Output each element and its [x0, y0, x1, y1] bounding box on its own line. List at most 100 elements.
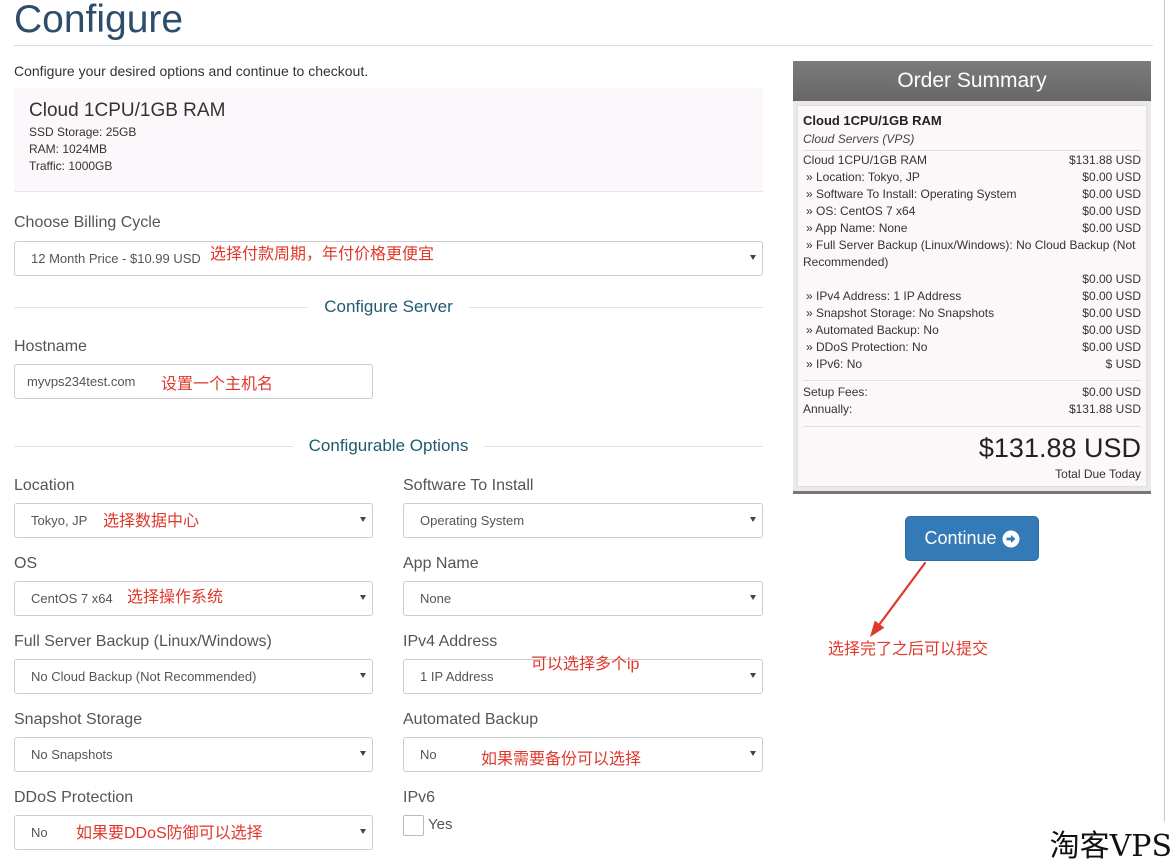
section-heading-text: Configurable Options: [308, 436, 469, 455]
continue-button[interactable]: Continue: [905, 516, 1039, 561]
caret-down-icon: [750, 751, 756, 756]
recurring-value: $131.88 USD: [1068, 402, 1141, 416]
server-backup-select[interactable]: No Cloud Backup (Not Recommended): [14, 659, 373, 694]
summary-item-price: $131.88 USD: [1068, 153, 1141, 167]
annotation-ipv4: 可以选择多个ip: [531, 656, 640, 673]
caret-down-icon: [360, 751, 366, 756]
arrow-circle-right-icon: [1002, 530, 1020, 547]
billing-cycle-value: 12 Month Price - $10.99 USD: [31, 251, 201, 266]
summary-item-label: » IPv6: No: [806, 357, 863, 371]
snapshot-storage-select[interactable]: No Snapshots: [14, 737, 373, 772]
server-backup-value: No Cloud Backup (Not Recommended): [31, 669, 257, 684]
heading-rule-right: [468, 306, 764, 308]
product-name: Cloud 1CPU/1GB RAM: [29, 100, 226, 121]
annotation-hostname: 设置一个主机名: [161, 376, 274, 393]
product-spec-storage: SSD Storage: 25GB: [29, 125, 137, 139]
watermark: 淘客VPS: [1049, 829, 1172, 865]
title-divider: [14, 45, 1153, 46]
annotation-ddos: 如果要DDoS防御可以选择: [76, 825, 263, 842]
product-specs: SSD Storage: 25GB RAM: 1024MB Traffic: 1…: [29, 124, 136, 175]
summary-line-item: » IPv6: No $ USD: [803, 356, 1141, 373]
heading-rule-right: [484, 445, 763, 447]
summary-item-price: $0.00 USD: [1082, 170, 1141, 184]
summary-line-item: » OS: CentOS 7 x64 $0.00 USD: [803, 203, 1141, 220]
ipv6-checkbox-label[interactable]: Yes: [428, 815, 452, 835]
red-arrow-icon: [870, 561, 927, 637]
summary-item-price: $0.00 USD: [1082, 306, 1141, 320]
annotation-os: 选择操作系统: [127, 589, 224, 606]
caret-down-icon: [750, 673, 756, 678]
summary-line-item: » Snapshot Storage: No Snapshots $0.00 U…: [803, 305, 1141, 322]
total-due-amount: $131.88 USD: [978, 433, 1141, 463]
summary-item-price: $0.00 USD: [1082, 272, 1141, 286]
ddos-protection-label: DDoS Protection: [14, 789, 134, 806]
summary-item-price: $0.00 USD: [1082, 187, 1141, 201]
summary-item-price: $0.00 USD: [1082, 204, 1141, 218]
ipv4-value: 1 IP Address: [420, 669, 494, 684]
heading-rule-left: [14, 445, 293, 447]
total-due-label: Total Due Today: [1055, 467, 1141, 481]
heading-rule-left: [14, 306, 309, 308]
summary-line-item: Cloud 1CPU/1GB RAM $131.88 USD: [803, 152, 1141, 169]
order-summary-panel: Order Summary Cloud 1CPU/1GB RAM Cloud S…: [793, 61, 1151, 494]
setup-fees-row: Setup Fees: $0.00 USD: [803, 384, 1141, 401]
section-heading-configure-server: Configure Server: [14, 296, 764, 318]
os-value: CentOS 7 x64: [31, 591, 113, 606]
order-summary-heading: Order Summary: [793, 61, 1151, 101]
billing-cycle-label: Choose Billing Cycle: [14, 214, 161, 231]
summary-item-label: » Snapshot Storage: No Snapshots: [806, 306, 995, 320]
section-heading-text: Configure Server: [324, 297, 453, 316]
summary-divider: [803, 150, 1141, 151]
software-select[interactable]: Operating System: [403, 503, 763, 538]
server-backup-label: Full Server Backup (Linux/Windows): [14, 633, 272, 650]
summary-divider: [803, 426, 1141, 427]
summary-line-item: » IPv4 Address: 1 IP Address $0.00 USD: [803, 288, 1141, 305]
summary-item-label: » Automated Backup: No: [806, 323, 939, 337]
section-heading-configurable-options: Configurable Options: [14, 435, 763, 457]
product-spec-traffic: Traffic: 1000GB: [29, 159, 113, 173]
recurring-row: Annually: $131.88 USD: [803, 401, 1141, 418]
setup-fees-label: Setup Fees:: [803, 385, 868, 399]
caret-down-icon: [360, 829, 366, 834]
ipv4-label: IPv4 Address: [403, 633, 498, 650]
os-label: OS: [14, 555, 38, 572]
summary-items: Cloud 1CPU/1GB RAM $131.88 USD » Locatio…: [803, 152, 1141, 373]
page-edge-divider: [1164, 0, 1165, 822]
summary-item-price: $0.00 USD: [1082, 323, 1141, 337]
caret-down-icon: [750, 255, 756, 260]
summary-item-label: » DDoS Protection: No: [806, 340, 928, 354]
app-name-select[interactable]: None: [403, 581, 763, 616]
summary-item-label: » Location: Tokyo, JP: [806, 170, 920, 184]
software-label: Software To Install: [403, 477, 534, 494]
annotation-billing-cycle: 选择付款周期，年付价格更便宜: [210, 246, 435, 263]
summary-item-price: $0.00 USD: [1082, 221, 1141, 235]
summary-item-label: » Software To Install: Operating System: [806, 187, 1017, 201]
summary-line-item: » DDoS Protection: No $0.00 USD: [803, 339, 1141, 356]
caret-down-icon: [750, 517, 756, 522]
summary-fees: Setup Fees: $0.00 USD Annually: $131.88 …: [803, 384, 1141, 418]
caret-down-icon: [360, 595, 366, 600]
summary-item-price: $0.00 USD: [1082, 340, 1141, 354]
page-subtitle: Configure your desired options and conti…: [14, 63, 369, 79]
ipv6-label: IPv6: [403, 789, 436, 806]
continue-button-label: Continue: [924, 528, 997, 548]
app-name-label: App Name: [403, 555, 479, 572]
snapshot-storage-label: Snapshot Storage: [14, 711, 143, 728]
annotation-location: 选择数据中心: [103, 513, 200, 530]
summary-product-name: Cloud 1CPU/1GB RAM: [803, 113, 942, 128]
caret-down-icon: [360, 673, 366, 678]
annotation-continue: 选择完了之后可以提交: [828, 641, 989, 658]
summary-item-label: Cloud 1CPU/1GB RAM: [803, 153, 928, 167]
product-info-box: Cloud 1CPU/1GB RAM SSD Storage: 25GB RAM…: [14, 88, 763, 192]
location-value: Tokyo, JP: [31, 513, 88, 528]
summary-product-group: Cloud Servers (VPS): [803, 132, 915, 146]
page-title: Configure: [14, 0, 184, 41]
caret-down-icon: [750, 595, 756, 600]
caret-down-icon: [360, 517, 366, 522]
recurring-label: Annually:: [803, 402, 853, 416]
automated-backup-value: No: [420, 747, 437, 762]
ddos-protection-value: No: [31, 825, 48, 840]
summary-item-label: » App Name: None: [806, 221, 908, 235]
ipv6-checkbox[interactable]: [403, 815, 424, 836]
software-value: Operating System: [420, 513, 525, 528]
